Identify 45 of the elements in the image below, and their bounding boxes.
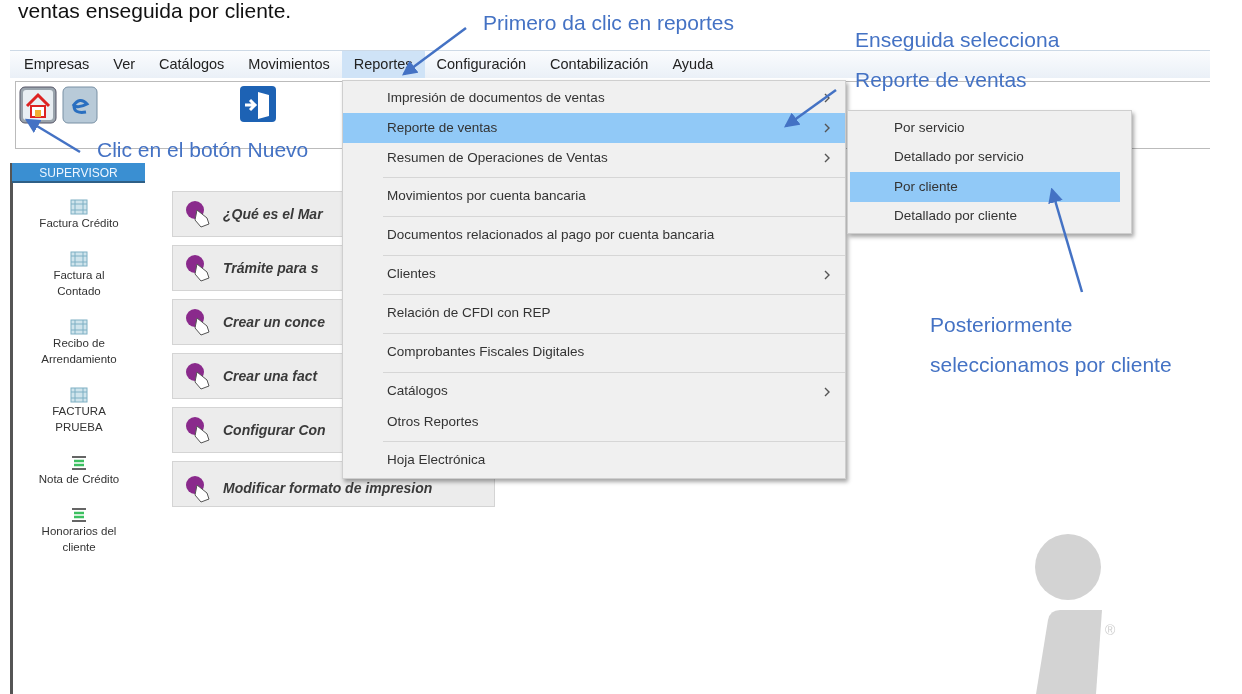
sidebar-item[interactable]: Factura Crédito — [13, 183, 145, 235]
exit-door-button[interactable] — [240, 86, 276, 122]
menu-item[interactable]: Impresión de documentos de ventas — [343, 83, 845, 113]
menu-item[interactable]: Resumen de Operaciones de Ventas — [343, 143, 845, 173]
registered-mark: ® — [1105, 621, 1116, 640]
menu-item[interactable]: Configuración — [424, 51, 539, 78]
annotation-text: Reporte de ventas — [855, 67, 1027, 93]
menu-item[interactable]: Detallado por servicio — [850, 142, 1120, 172]
sidebar-item[interactable]: Factura al Contado — [13, 235, 145, 303]
menu-item[interactable]: Reporte de ventas — [343, 113, 845, 143]
sidebar-item[interactable]: FACTURA PRUEBA — [13, 371, 145, 439]
arrow — [783, 89, 837, 128]
e-letter-button[interactable] — [62, 86, 98, 124]
chevron-right-icon — [823, 153, 831, 163]
chevron-right-icon — [823, 269, 831, 280]
chevron-right-icon — [823, 386, 831, 397]
grid-icon — [70, 251, 88, 267]
menu-item[interactable]: Catálogos — [147, 51, 237, 78]
lines-icon — [70, 455, 88, 471]
grid-icon — [70, 319, 88, 335]
menu-item[interactable]: Ver — [101, 51, 148, 78]
chevron-right-icon — [823, 123, 831, 133]
annotation-text: Posteriormente — [930, 312, 1073, 338]
arrow — [24, 118, 81, 154]
grid-icon — [70, 387, 88, 403]
sidebar-item[interactable]: Nota de Crédito — [13, 439, 145, 491]
annotation-text: seleccionamos por cliente — [930, 352, 1172, 378]
sidebar-item[interactable]: Recibo de Arrendamiento — [13, 303, 145, 371]
menu-item[interactable]: Empresas — [12, 51, 102, 78]
annotation-text: Primero da clic en reportes — [483, 10, 734, 36]
menu-item[interactable]: Movimientos — [236, 51, 342, 78]
annotation-text: Clic en el botón Nuevo — [97, 137, 309, 163]
menu-item[interactable]: Ayuda — [660, 51, 726, 78]
menu-item[interactable]: Detallado por cliente — [850, 201, 1120, 231]
sidebar-header: SUPERVISOR — [12, 163, 145, 183]
chevron-right-icon — [823, 93, 831, 103]
grid-icon — [70, 199, 88, 215]
sidebar-item[interactable]: Honorarios del cliente — [13, 491, 145, 559]
menu-item[interactable]: Por cliente — [850, 172, 1120, 202]
menu-item[interactable]: Por servicio — [850, 113, 1120, 143]
annotation-text: Enseguida selecciona — [855, 27, 1060, 53]
home-button[interactable] — [19, 86, 57, 124]
lines-icon — [70, 507, 88, 523]
document-text: ventas enseguida por cliente. — [18, 0, 292, 22]
menu-item[interactable]: Contabilización — [538, 51, 661, 78]
